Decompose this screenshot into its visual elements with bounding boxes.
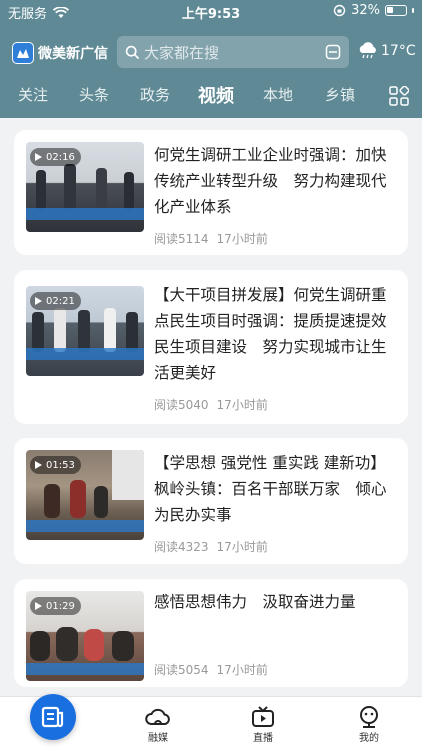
- top-bar: 微美新广信 大家都在搜 17°C: [0, 36, 422, 70]
- tab-local[interactable]: 本地: [263, 84, 293, 105]
- video-card[interactable]: 02:16 何党生调研工业企业时强调：加快传统产业转型升级 努力构建现代化产业体…: [14, 130, 408, 255]
- tab-video[interactable]: 视频: [198, 82, 234, 108]
- battery-cap: [412, 8, 414, 13]
- video-card[interactable]: 01:53 【学思想 强党性 重实践 建新功】枫岭头镇：百名干部联万家 倾心为民…: [14, 438, 408, 564]
- video-meta: 阅读5040 17小时前: [154, 398, 268, 412]
- battery-icon: [385, 5, 407, 16]
- video-card[interactable]: 02:21 【大干项目拼发展】何党生调研重点民生项目时强调：提质提速提效民生项目…: [14, 270, 408, 424]
- video-title[interactable]: 【学思想 强党性 重实践 建新功】枫岭头镇：百名干部联万家 倾心为民办实事: [154, 450, 398, 528]
- video-thumbnail[interactable]: 02:21: [26, 286, 144, 376]
- search-icon: [125, 45, 140, 59]
- play-icon: [35, 461, 42, 469]
- play-icon: [35, 297, 42, 305]
- cloud-rain-icon: [359, 42, 376, 59]
- duration-badge: 02:16: [30, 148, 81, 166]
- video-meta: 阅读5114 17小时前: [154, 232, 268, 246]
- search-placeholder: 大家都在搜: [144, 43, 220, 62]
- video-title[interactable]: 感悟思想伟力 汲取奋进力量: [154, 589, 398, 615]
- tv-icon: [252, 706, 274, 727]
- tab-headlines[interactable]: 头条: [79, 84, 109, 105]
- video-thumbnail[interactable]: 01:53: [26, 450, 144, 540]
- home-icon: [41, 706, 64, 728]
- app-header: 无服务 上午9:53 32% 微美新广信 大家都在搜 17°C 关注 头条 政务…: [0, 0, 422, 118]
- video-title[interactable]: 何党生调研工业企业时强调：加快传统产业转型升级 努力构建现代化产业体系: [154, 142, 398, 220]
- weather-widget[interactable]: 17°C: [357, 42, 416, 60]
- play-icon: [35, 153, 42, 161]
- nav-home[interactable]: [30, 694, 76, 740]
- channel-grid-icon[interactable]: [389, 86, 409, 106]
- user-icon: [360, 706, 378, 728]
- video-thumbnail[interactable]: 02:16: [26, 142, 144, 232]
- rotation-lock-icon: [333, 4, 346, 17]
- channel-tabs: 关注 头条 政务 视频 本地 乡镇: [0, 84, 422, 114]
- video-title[interactable]: 【大干项目拼发展】何党生调研重点民生项目时强调：提质提速提效民生项目建设 努力实…: [154, 282, 398, 386]
- duration-badge: 01:29: [30, 597, 81, 615]
- nav-label: 融媒: [148, 733, 168, 744]
- nav-mine[interactable]: 我的: [339, 705, 399, 744]
- tab-towns[interactable]: 乡镇: [325, 84, 355, 105]
- tab-follow[interactable]: 关注: [18, 84, 48, 105]
- video-card[interactable]: 01:29 感悟思想伟力 汲取奋进力量 阅读5054 17小时前: [14, 579, 408, 687]
- nav-media[interactable]: 融媒: [128, 705, 188, 744]
- video-thumbnail[interactable]: 01:29: [26, 591, 144, 681]
- play-icon: [35, 602, 42, 610]
- nav-label: 我的: [359, 733, 379, 744]
- video-meta: 阅读4323 17小时前: [154, 540, 268, 554]
- video-meta: 阅读5054 17小时前: [154, 663, 268, 677]
- search-box[interactable]: 大家都在搜: [117, 36, 349, 68]
- app-logo[interactable]: 微美新广信: [12, 42, 108, 64]
- nav-label: 直播: [253, 733, 273, 744]
- duration-badge: 02:21: [30, 292, 81, 310]
- duration-badge: 01:53: [30, 456, 81, 474]
- tab-government[interactable]: 政务: [140, 84, 170, 105]
- battery-percent: 32%: [351, 3, 380, 18]
- cloud-icon: [145, 708, 170, 725]
- nav-live[interactable]: 直播: [233, 705, 293, 744]
- scan-icon[interactable]: [325, 44, 341, 60]
- logo-icon: [12, 42, 34, 64]
- status-bar: 无服务 上午9:53 32%: [0, 0, 422, 24]
- weather-temp: 17°C: [381, 43, 416, 59]
- logo-text: 微美新广信: [38, 46, 108, 62]
